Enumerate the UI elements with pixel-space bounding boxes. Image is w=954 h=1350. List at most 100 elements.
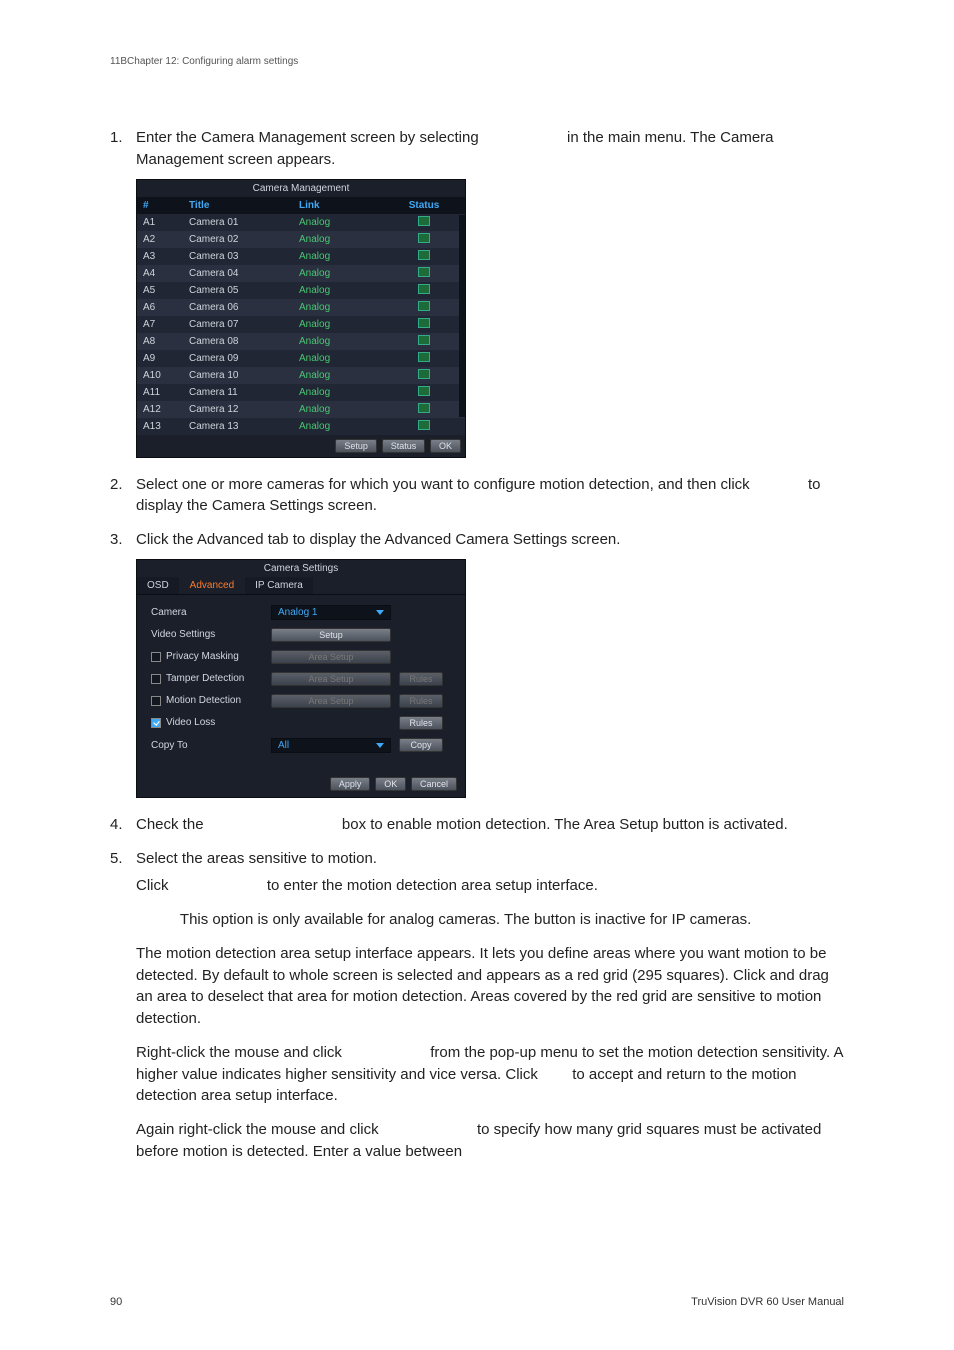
table-row[interactable]: A8Camera 08Analog	[137, 333, 465, 350]
running-header: 11BChapter 12: Configuring alarm setting…	[110, 56, 844, 67]
cs-video-loss-checkbox[interactable]	[151, 718, 161, 728]
table-row[interactable]: A3Camera 03Analog	[137, 248, 465, 265]
camera-status-icon	[418, 352, 430, 362]
cm-cell-id: A8	[137, 333, 183, 350]
table-row[interactable]: A13Camera 13Analog	[137, 418, 465, 435]
step-2-num: 2.	[110, 474, 136, 518]
cm-col-status: Status	[383, 197, 465, 214]
cs-privacy-area-button[interactable]: Area Setup	[271, 650, 391, 664]
cm-cell-link: Analog	[293, 265, 383, 282]
cs-tamper-checkbox[interactable]	[151, 674, 161, 684]
table-row[interactable]: A9Camera 09Analog	[137, 350, 465, 367]
cm-cell-title: Camera 11	[183, 384, 293, 401]
step-5-text: Select the areas sensitive to motion.	[136, 848, 844, 870]
cm-status-button[interactable]: Status	[382, 439, 426, 453]
cm-cell-link: Analog	[293, 401, 383, 418]
camera-management-screenshot: Camera Management # Title Link Status A1…	[136, 179, 844, 458]
table-row[interactable]: A1Camera 01Analog	[137, 214, 465, 231]
camera-status-icon	[418, 216, 430, 226]
camera-status-icon	[418, 318, 430, 328]
cm-setup-button[interactable]: Setup	[335, 439, 377, 453]
cs-tab-ip[interactable]: IP Camera	[245, 577, 313, 594]
cs-apply-button[interactable]: Apply	[330, 777, 371, 791]
cm-cell-id: A7	[137, 316, 183, 333]
cs-tamper-rules-button[interactable]: Rules	[399, 672, 443, 686]
cm-cell-title: Camera 07	[183, 316, 293, 333]
cm-cell-link: Analog	[293, 299, 383, 316]
cs-camera-dropdown[interactable]: Analog 1	[271, 605, 391, 620]
camera-status-icon	[418, 386, 430, 396]
cm-cell-id: A2	[137, 231, 183, 248]
cs-tab-osd[interactable]: OSD	[137, 577, 179, 594]
step-5-num: 5.	[110, 848, 136, 870]
cm-cell-title: Camera 01	[183, 214, 293, 231]
step-3-text: Click the Advanced tab to display the Ad…	[136, 529, 844, 551]
table-row[interactable]: A2Camera 02Analog	[137, 231, 465, 248]
camera-status-icon	[418, 301, 430, 311]
cs-label-video-loss: Video Loss	[151, 717, 271, 728]
cm-cell-id: A11	[137, 384, 183, 401]
table-row[interactable]: A7Camera 07Analog	[137, 316, 465, 333]
step-4-num: 4.	[110, 814, 136, 836]
step-1-num: 1.	[110, 127, 136, 171]
cm-cell-status	[383, 401, 465, 418]
cm-ok-button[interactable]: OK	[430, 439, 461, 453]
cm-cell-id: A1	[137, 214, 183, 231]
step-3: 3. Click the Advanced tab to display the…	[110, 529, 844, 551]
cs-copy-value: All	[278, 740, 289, 751]
cs-tabs: OSD Advanced IP Camera	[137, 577, 465, 595]
cs-label-privacy: Privacy Masking	[151, 651, 271, 662]
table-row[interactable]: A6Camera 06Analog	[137, 299, 465, 316]
cs-tab-advanced[interactable]: Advanced	[180, 577, 244, 594]
cs-camera-value: Analog 1	[278, 607, 317, 618]
cs-ok-button[interactable]: OK	[375, 777, 406, 791]
table-row[interactable]: A10Camera 10Analog	[137, 367, 465, 384]
cm-cell-id: A3	[137, 248, 183, 265]
cs-copy-button[interactable]: Copy	[399, 738, 443, 752]
cs-cancel-button[interactable]: Cancel	[411, 777, 457, 791]
camera-status-icon	[418, 369, 430, 379]
table-row[interactable]: A5Camera 05Analog	[137, 282, 465, 299]
cs-label-camera: Camera	[151, 607, 271, 618]
cm-table: # Title Link Status A1Camera 01AnalogA2C…	[137, 197, 465, 435]
cm-cell-status	[383, 333, 465, 350]
camera-settings-screenshot: Camera Settings OSD Advanced IP Camera C…	[136, 559, 844, 798]
table-row[interactable]: A12Camera 12Analog	[137, 401, 465, 418]
cs-privacy-checkbox[interactable]	[151, 652, 161, 662]
camera-status-icon	[418, 403, 430, 413]
step-4: 4. Check the box to enable motion detect…	[110, 814, 844, 836]
chevron-down-icon	[376, 610, 384, 615]
cs-copy-dropdown[interactable]: All	[271, 738, 391, 753]
cs-tamper-text: Tamper Detection	[166, 673, 244, 684]
camera-status-icon	[418, 267, 430, 277]
table-row[interactable]: A11Camera 11Analog	[137, 384, 465, 401]
cs-motion-rules-button[interactable]: Rules	[399, 694, 443, 708]
cm-col-link: Link	[293, 197, 383, 214]
step-3-num: 3.	[110, 529, 136, 551]
step-5: 5. Select the areas sensitive to motion.	[110, 848, 844, 870]
cm-cell-status	[383, 350, 465, 367]
step-1: 1. Enter the Camera Management screen by…	[110, 127, 844, 171]
cm-cell-status	[383, 418, 465, 435]
cs-footer: Apply OK Cancel	[137, 771, 465, 797]
cs-tamper-area-button[interactable]: Area Setup	[271, 672, 391, 686]
cs-privacy-text: Privacy Masking	[166, 651, 239, 662]
table-row[interactable]: A4Camera 04Analog	[137, 265, 465, 282]
cs-motion-checkbox[interactable]	[151, 696, 161, 706]
cm-cell-status	[383, 265, 465, 282]
camera-status-icon	[418, 250, 430, 260]
cm-col-num: #	[137, 197, 183, 214]
cm-cell-link: Analog	[293, 384, 383, 401]
cs-title: Camera Settings	[137, 560, 465, 577]
cm-cell-id: A10	[137, 367, 183, 384]
cs-video-loss-rules-button[interactable]: Rules	[399, 716, 443, 730]
cm-cell-link: Analog	[293, 248, 383, 265]
cm-cell-link: Analog	[293, 214, 383, 231]
cs-motion-area-button[interactable]: Area Setup	[271, 694, 391, 708]
p-note-text: This option is only available for analog…	[180, 911, 751, 928]
cm-cell-link: Analog	[293, 316, 383, 333]
cm-cell-title: Camera 08	[183, 333, 293, 350]
cs-video-setup-button[interactable]: Setup	[271, 628, 391, 642]
cm-cell-status	[383, 299, 465, 316]
cm-cell-title: Camera 12	[183, 401, 293, 418]
